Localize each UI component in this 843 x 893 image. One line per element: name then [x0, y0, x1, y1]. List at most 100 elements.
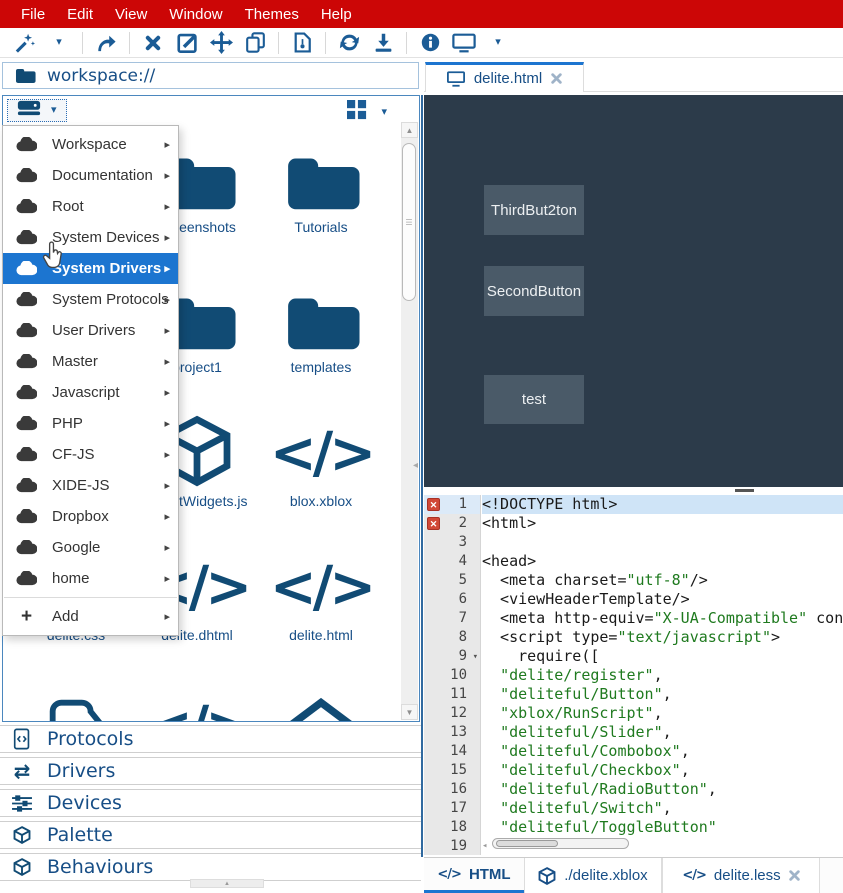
- menu-item-add[interactable]: +Add▸: [3, 601, 178, 632]
- file-item[interactable]: [246, 689, 396, 722]
- scrollbar-vertical[interactable]: ▲ ☰ ▼: [401, 122, 418, 720]
- menu-item-system-devices[interactable]: System Devices▸: [3, 222, 178, 253]
- cloud-icon: [16, 447, 37, 462]
- code-line-4[interactable]: <head>: [482, 552, 843, 571]
- menu-item-home[interactable]: home▸: [3, 563, 178, 594]
- gutter-line-8: 8: [424, 628, 480, 647]
- accordion-protocols[interactable]: Protocols: [0, 725, 421, 753]
- menu-item-php[interactable]: PHP▸: [3, 408, 178, 439]
- file-item-templates[interactable]: templates: [246, 281, 396, 375]
- hscroll-left-icon[interactable]: ◂: [482, 841, 487, 851]
- fold-toggle-icon[interactable]: ▾: [473, 648, 478, 667]
- code-line-3[interactable]: [482, 533, 843, 552]
- gutter-line-17: 17: [424, 799, 480, 818]
- tab-delite-less[interactable]: </>delite.less: [662, 858, 820, 893]
- code-line-12[interactable]: "xblox/RunScript",: [482, 704, 843, 723]
- code-line-7[interactable]: <meta http-equiv="X-UA-Compatible" con: [482, 609, 843, 628]
- code-line-15[interactable]: "deliteful/Checkbox",: [482, 761, 843, 780]
- display-icon[interactable]: [452, 31, 476, 55]
- wand-icon[interactable]: [13, 31, 37, 55]
- download-icon[interactable]: [371, 31, 395, 55]
- menu-file[interactable]: File: [10, 6, 56, 23]
- code-line-11[interactable]: "deliteful/Button",: [482, 685, 843, 704]
- code-line-17[interactable]: "deliteful/Switch",: [482, 799, 843, 818]
- tab-html[interactable]: </>HTML: [424, 858, 524, 893]
- preview-button-secondbutton[interactable]: SecondButton: [484, 266, 584, 316]
- code-line-16[interactable]: "deliteful/RadioButton",: [482, 780, 843, 799]
- chevron-down-icon[interactable]: ▾: [486, 31, 510, 55]
- scroll-up-button[interactable]: ▲: [401, 122, 418, 138]
- menu-item-google[interactable]: Google▸: [3, 532, 178, 563]
- code-line-6[interactable]: <viewHeaderTemplate/>: [482, 590, 843, 609]
- preview-button-thirdbut2ton[interactable]: ThirdBut2ton: [484, 185, 584, 235]
- code-line-9[interactable]: require([: [482, 647, 843, 666]
- hscroll-thumb[interactable]: [496, 840, 558, 847]
- main-toolbar: ▾▾: [0, 28, 843, 58]
- menu-help[interactable]: Help: [310, 6, 363, 23]
- grid-view-icon[interactable]: [347, 100, 367, 125]
- splitter-handle[interactable]: [735, 489, 754, 492]
- chevron-down-icon[interactable]: ▾: [381, 107, 387, 118]
- move-icon[interactable]: [209, 31, 233, 55]
- close-icon[interactable]: [551, 73, 562, 84]
- menu-themes[interactable]: Themes: [234, 6, 310, 23]
- editor-code-area[interactable]: <!DOCTYPE html><html> <head> <meta charse…: [482, 495, 843, 855]
- preview-button-test[interactable]: test: [484, 375, 584, 424]
- menu-view[interactable]: View: [104, 6, 158, 23]
- menu-item-documentation[interactable]: Documentation▸: [3, 160, 178, 191]
- submenu-arrow-icon: ▸: [164, 448, 170, 461]
- panel-collapse-handle[interactable]: ▲: [190, 879, 264, 888]
- file-item-blox.xblox[interactable]: </>blox.xblox: [246, 415, 396, 509]
- code-line-8[interactable]: <script type="text/javascript">: [482, 628, 843, 647]
- menu-item-workspace[interactable]: Workspace▸: [3, 129, 178, 160]
- code-line-2[interactable]: <html>: [482, 514, 843, 533]
- code-line-14[interactable]: "deliteful/Combobox",: [482, 742, 843, 761]
- code-editor[interactable]: 1✕2✕3456789▾10111213141516171819 <!DOCTY…: [424, 495, 843, 855]
- collapse-left-icon[interactable]: ◂: [413, 460, 418, 471]
- close-icon[interactable]: [789, 870, 800, 881]
- chevron-down-icon[interactable]: ▾: [47, 31, 71, 55]
- menu-item-dropbox[interactable]: Dropbox▸: [3, 501, 178, 532]
- tab-delite-html[interactable]: delite.html: [425, 62, 584, 92]
- menu-edit[interactable]: Edit: [56, 6, 104, 23]
- breadcrumb[interactable]: workspace://: [2, 62, 419, 89]
- menu-window[interactable]: Window: [158, 6, 233, 23]
- file-item-delite.html[interactable]: </>delite.html: [246, 549, 396, 643]
- file-mode-tabbar: </>HTML./delite.xblox</>delite.less: [424, 857, 843, 893]
- code-line-5[interactable]: <meta charset="utf-8"/>: [482, 571, 843, 590]
- menu-item-system-drivers[interactable]: System Drivers▸: [3, 253, 178, 284]
- close-icon[interactable]: [141, 31, 165, 55]
- info-icon[interactable]: [418, 31, 442, 55]
- refresh-icon[interactable]: [337, 31, 361, 55]
- redo-icon[interactable]: [94, 31, 118, 55]
- document-icon[interactable]: [290, 31, 314, 55]
- accordion-drivers[interactable]: ⇄Drivers: [0, 757, 421, 785]
- gutter-line-19: 19: [424, 837, 480, 855]
- menu-item-system-protocols[interactable]: System Protocols▸: [3, 284, 178, 315]
- folder-icon: [14, 67, 36, 84]
- scroll-down-button[interactable]: ▼: [401, 704, 418, 720]
- menu-item-cf-js[interactable]: CF-JS▸: [3, 439, 178, 470]
- menu-item-user-drivers[interactable]: User Drivers▸: [3, 315, 178, 346]
- menu-item-root[interactable]: Root▸: [3, 191, 178, 222]
- code-line-18[interactable]: "deliteful/ToggleButton": [482, 818, 843, 837]
- edit-icon[interactable]: [175, 31, 199, 55]
- code-line-10[interactable]: "delite/register",: [482, 666, 843, 685]
- hscroll-track[interactable]: [492, 838, 629, 849]
- copy-icon[interactable]: [243, 31, 267, 55]
- menu-item-javascript[interactable]: Javascript▸: [3, 377, 178, 408]
- code-line-1[interactable]: <!DOCTYPE html>: [482, 495, 843, 514]
- menu-item-xide-js[interactable]: XIDE-JS▸: [3, 470, 178, 501]
- code-line-13[interactable]: "deliteful/Slider",: [482, 723, 843, 742]
- panel-divider[interactable]: [421, 95, 423, 857]
- menu-item-master[interactable]: Master▸: [3, 346, 178, 377]
- scrollbar-thumb[interactable]: ☰: [402, 143, 416, 301]
- file-label: Tutorials: [246, 219, 396, 235]
- tab--delite-xblox[interactable]: ./delite.xblox: [524, 858, 662, 893]
- toolbar-separator: [82, 32, 83, 54]
- accordion-behaviours[interactable]: Behaviours: [0, 853, 421, 881]
- file-item-Tutorials[interactable]: Tutorials: [246, 141, 396, 235]
- drive-selector-button[interactable]: ▾: [7, 99, 67, 122]
- accordion-palette[interactable]: Palette: [0, 821, 421, 849]
- accordion-devices[interactable]: Devices: [0, 789, 421, 817]
